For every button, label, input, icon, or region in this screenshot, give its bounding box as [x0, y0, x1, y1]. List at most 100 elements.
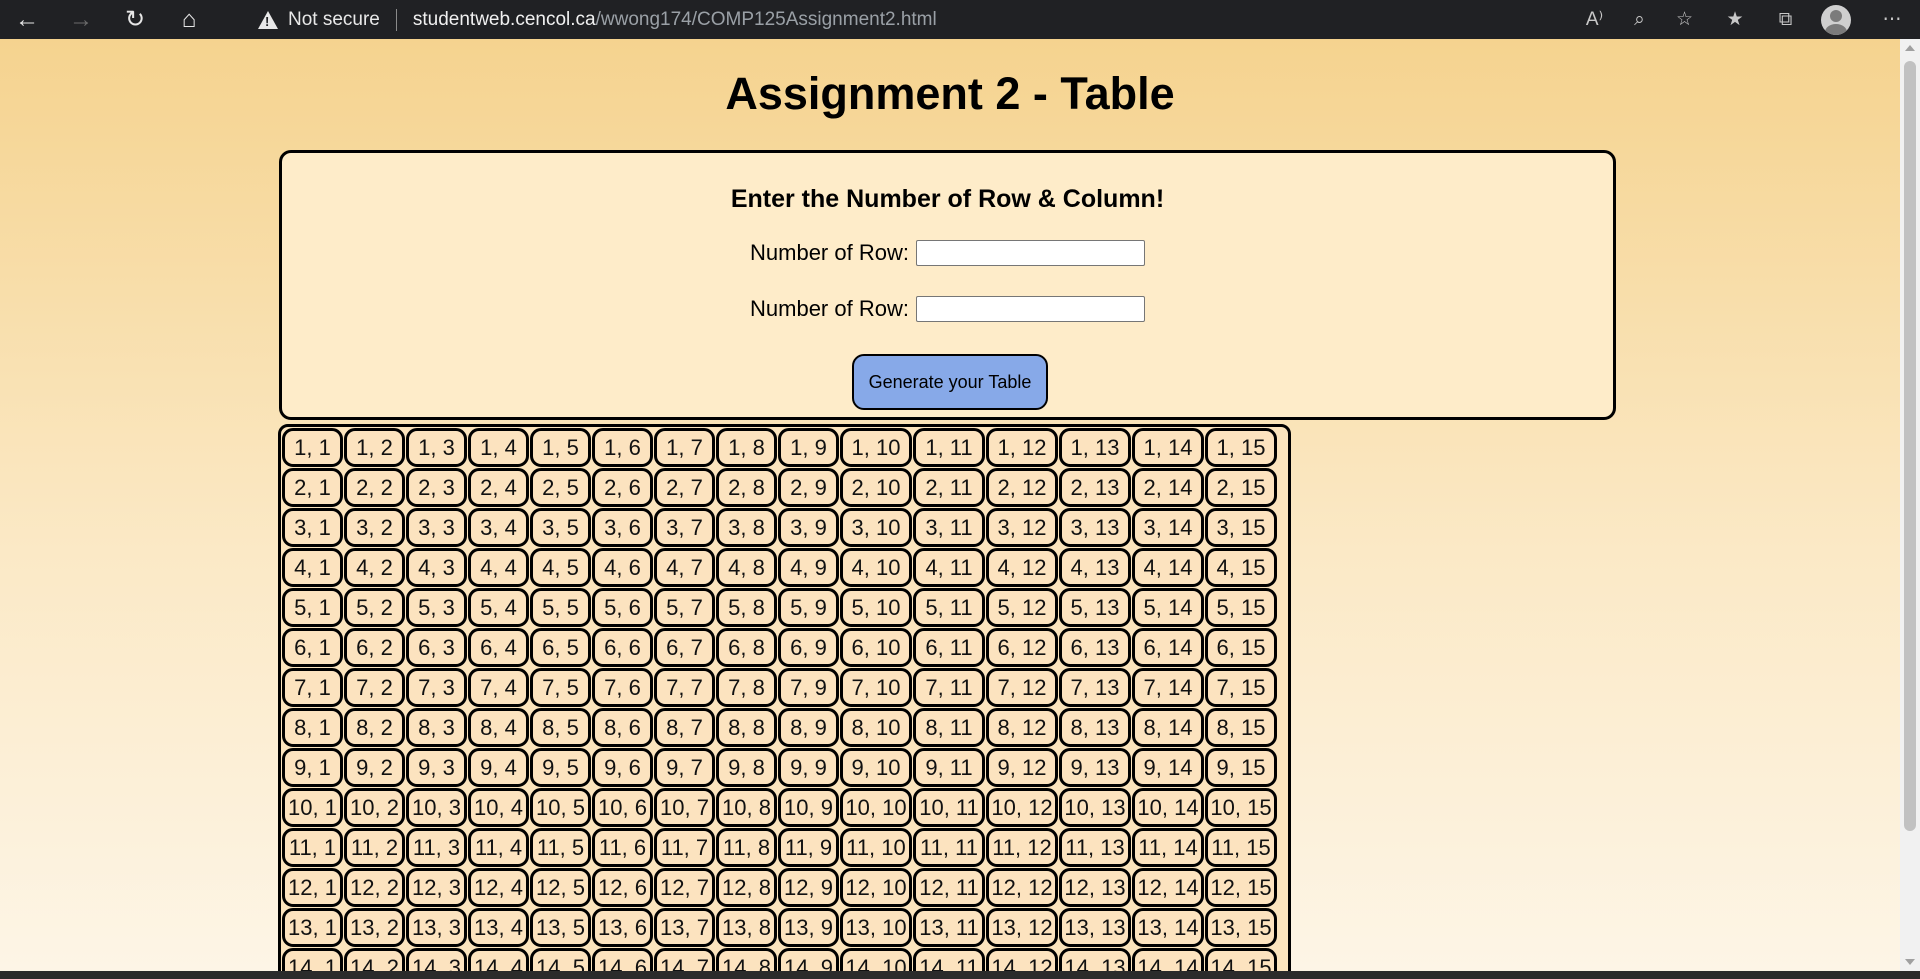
table-cell: 1, 14: [1132, 428, 1204, 467]
table-row: 6, 1 6, 2 6, 3 6, 4 6, 5 6, 6 6, 7 6, 8 6, 9 6, 1…: [282, 628, 1288, 667]
table-row: 9, 1 9, 2 9, 3 9, 4 9, 5 9, 6 9, 7 9, 8 9, 9 9, 1…: [282, 748, 1288, 787]
table-cell: 4, 14: [1132, 548, 1204, 587]
table-cell: 12, 5: [530, 868, 591, 907]
column-field-group: Number of Row:: [282, 296, 1613, 322]
table-cell: 8, 13: [1059, 708, 1131, 747]
table-cell: 10, 6: [592, 788, 653, 827]
table-cell: 14, 15: [1205, 948, 1277, 971]
table-cell: 13, 7: [654, 908, 715, 947]
table-row: 7, 1 7, 2 7, 3 7, 4 7, 5 7, 6 7, 7 7, 8 7, 9 7, 1…: [282, 668, 1288, 707]
table-cell: 10, 13: [1059, 788, 1131, 827]
read-aloud-icon[interactable]: A⁾: [1572, 0, 1617, 39]
table-cell: 9, 13: [1059, 748, 1131, 787]
table-cell: 12, 2: [344, 868, 405, 907]
table-cell: 1, 13: [1059, 428, 1131, 467]
table-cell: 11, 3: [406, 828, 467, 867]
table-cell: 11, 12: [986, 828, 1058, 867]
table-cell: 5, 6: [592, 588, 653, 627]
table-cell: 6, 9: [778, 628, 839, 667]
table-cell: 3, 10: [840, 508, 912, 547]
table-cell: 2, 14: [1132, 468, 1204, 507]
table-cell: 12, 11: [913, 868, 985, 907]
vertical-scrollbar[interactable]: [1900, 39, 1920, 971]
table-cell: 10, 1: [282, 788, 343, 827]
table-cell: 4, 15: [1205, 548, 1277, 587]
table-cell: 5, 3: [406, 588, 467, 627]
forward-arrow-icon[interactable]: →: [54, 0, 108, 39]
table-cell: 9, 6: [592, 748, 653, 787]
table-cell: 4, 9: [778, 548, 839, 587]
table-cell: 12, 1: [282, 868, 343, 907]
add-favorite-icon[interactable]: ☆: [1662, 0, 1707, 39]
table-cell: 2, 3: [406, 468, 467, 507]
table-cell: 9, 7: [654, 748, 715, 787]
table-cell: 13, 4: [468, 908, 529, 947]
table-cell: 2, 13: [1059, 468, 1131, 507]
table-cell: 9, 10: [840, 748, 912, 787]
table-cell: 13, 1: [282, 908, 343, 947]
profile-button[interactable]: [1808, 0, 1864, 39]
table-cell: 6, 15: [1205, 628, 1277, 667]
table-cell: 6, 3: [406, 628, 467, 667]
table-cell: 1, 2: [344, 428, 405, 467]
collections-icon[interactable]: ⧉: [1763, 0, 1808, 39]
scroll-down-icon[interactable]: [1905, 959, 1915, 965]
row-input[interactable]: [915, 240, 1145, 266]
generated-table: 1, 1 1, 2 1, 3 1, 4 1, 5 1, 6 1, 7 1, 8 1, 9 1, 1…: [278, 424, 1291, 971]
table-cell: 5, 1: [282, 588, 343, 627]
scroll-up-icon[interactable]: [1905, 45, 1915, 51]
table-cell: 9, 14: [1132, 748, 1204, 787]
more-menu-icon[interactable]: ⋯: [1864, 0, 1920, 39]
url-host[interactable]: studentweb.cencol.ca: [413, 9, 596, 31]
table-cell: 11, 8: [716, 828, 777, 867]
table-cell: 1, 1: [282, 428, 343, 467]
table-cell: 13, 6: [592, 908, 653, 947]
table-cell: 5, 9: [778, 588, 839, 627]
security-status[interactable]: Not secure: [288, 9, 380, 31]
address-bar[interactable]: Not secure studentweb.cencol.ca /wwong17…: [236, 0, 1536, 39]
table-cell: 12, 7: [654, 868, 715, 907]
table-cell: 11, 6: [592, 828, 653, 867]
table-row: 10, 1 10, 2 10, 3 10, 4 10, 5 10, 6 10, 7 10, 8…: [282, 788, 1288, 827]
table-row: 2, 1 2, 2 2, 3 2, 4 2, 5 2, 6 2, 7 2, 8 2, 9 2, 1…: [282, 468, 1288, 507]
table-cell: 14, 14: [1132, 948, 1204, 971]
table-cell: 8, 2: [344, 708, 405, 747]
refresh-icon[interactable]: ↻: [108, 0, 162, 39]
table-cell: 10, 15: [1205, 788, 1277, 827]
table-cell: 13, 5: [530, 908, 591, 947]
table-cell: 2, 6: [592, 468, 653, 507]
column-input[interactable]: [915, 296, 1145, 322]
table-cell: 8, 5: [530, 708, 591, 747]
table-cell: 5, 10: [840, 588, 912, 627]
table-cell: 7, 1: [282, 668, 343, 707]
table-cell: 5, 14: [1132, 588, 1204, 627]
table-cell: 11, 4: [468, 828, 529, 867]
table-cell: 3, 4: [468, 508, 529, 547]
table-cell: 1, 8: [716, 428, 777, 467]
zoom-icon[interactable]: ⌕: [1617, 0, 1662, 39]
scroll-thumb[interactable]: [1904, 61, 1916, 831]
table-cell: 3, 13: [1059, 508, 1131, 547]
table-cell: 4, 13: [1059, 548, 1131, 587]
table-cell: 14, 12: [986, 948, 1058, 971]
page-title: Assignment 2 - Table: [725, 68, 1175, 119]
table-cell: 12, 8: [716, 868, 777, 907]
avatar: [1821, 4, 1851, 35]
generate-table-button[interactable]: Generate your Table: [852, 354, 1048, 410]
table-cell: 2, 10: [840, 468, 912, 507]
table-cell: 13, 13: [1059, 908, 1131, 947]
table-cell: 11, 10: [840, 828, 912, 867]
table-cell: 12, 10: [840, 868, 912, 907]
table-cell: 5, 4: [468, 588, 529, 627]
table-cell: 2, 7: [654, 468, 715, 507]
table-cell: 4, 12: [986, 548, 1058, 587]
url-path[interactable]: /wwong174/COMP125Assignment2.html: [596, 9, 937, 31]
favorites-icon[interactable]: ★: [1707, 0, 1763, 39]
table-row: 5, 1 5, 2 5, 3 5, 4 5, 5 5, 6 5, 7 5, 8 5, 9 5, 1…: [282, 588, 1288, 627]
table-row: 13, 1 13, 2 13, 3 13, 4 13, 5 13, 6 13, 7 13, 8…: [282, 908, 1288, 947]
table-cell: 10, 12: [986, 788, 1058, 827]
back-arrow-icon[interactable]: ←: [0, 0, 54, 39]
table-cell: 12, 3: [406, 868, 467, 907]
home-icon[interactable]: ⌂: [162, 0, 216, 39]
table-cell: 1, 5: [530, 428, 591, 467]
